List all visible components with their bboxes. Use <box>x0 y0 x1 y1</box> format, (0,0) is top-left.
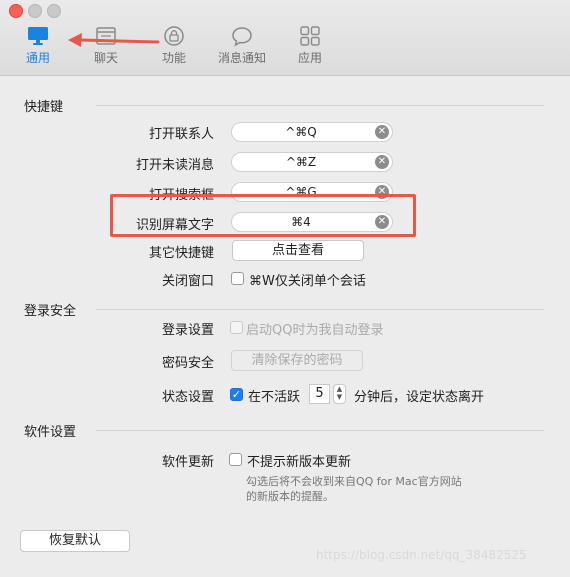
close-window-label: 关闭窗口 <box>161 274 214 289</box>
maximize-window-button[interactable] <box>47 4 61 18</box>
close-single-session-label: ⌘W仅关闭单个会话 <box>249 274 366 289</box>
section-title-software: 软件设置 <box>24 425 77 440</box>
other-shortcuts-label: 其它快捷键 <box>148 246 214 261</box>
annotation-highlight-box <box>110 194 416 237</box>
view-shortcuts-button[interactable]: 点击查看 <box>232 240 364 261</box>
clear-icon[interactable]: ✕ <box>375 155 389 169</box>
shortcut-label: 打开联系人 <box>148 127 214 142</box>
watermark-text: https://blog.csdn.net/qq_38482525 <box>316 548 527 562</box>
section-title-shortcuts: 快捷键 <box>24 100 64 115</box>
restore-defaults-button[interactable]: 恢复默认 <box>20 530 130 552</box>
hotkey-value: ^⌘Q <box>285 125 317 139</box>
no-update-prompt-checkbox[interactable] <box>229 453 242 466</box>
close-window-button[interactable] <box>9 4 23 18</box>
shortcut-label: 打开未读消息 <box>135 158 214 173</box>
close-single-session-checkbox[interactable] <box>231 272 244 285</box>
tab-label: 消息通知 <box>217 51 266 65</box>
tab-label: 功能 <box>161 51 186 65</box>
grid-icon <box>282 24 338 48</box>
auto-login-label: 启动QQ时为我自动登录 <box>246 323 384 338</box>
clear-saved-password-button[interactable]: 清除保存的密码 <box>231 350 363 371</box>
annotation-arrow-icon <box>68 33 160 47</box>
away-minutes-input[interactable]: 5 <box>309 384 330 404</box>
speech-bubble-icon <box>214 24 270 48</box>
software-update-label: 软件更新 <box>161 455 214 470</box>
minimize-window-button[interactable] <box>28 4 42 18</box>
hint-line: 勾选后将不会收到来自QQ for Mac官方网站 <box>246 475 462 488</box>
away-prefix-text: 在不活跃 <box>248 390 301 405</box>
minutes-stepper[interactable]: ▲ ▼ <box>333 384 346 404</box>
hint-line: 的新版本的提醒。 <box>246 490 334 503</box>
status-settings-label: 状态设置 <box>161 390 214 405</box>
no-update-prompt-label: 不提示新版本更新 <box>247 455 352 470</box>
section-title-login-security: 登录安全 <box>24 304 77 319</box>
update-hint-text: 勾选后将不会收到来自QQ for Mac官方网站 的新版本的提醒。 <box>246 474 506 504</box>
tab-apps[interactable]: 应用 <box>282 24 338 66</box>
toolbar: 通用 聊天 功能 消息通知 应用 <box>0 0 570 76</box>
monitor-icon <box>10 24 66 48</box>
tab-label: 聊天 <box>93 51 118 65</box>
hotkey-field-unread[interactable]: ^⌘Z ✕ <box>231 152 393 172</box>
tab-label: 通用 <box>25 51 50 65</box>
divider <box>96 309 544 310</box>
hotkey-field-contacts[interactable]: ^⌘Q ✕ <box>231 122 393 142</box>
away-suffix-text: 分钟后，设定状态离开 <box>354 390 485 405</box>
away-status-checkbox[interactable]: ✓ <box>230 388 243 401</box>
login-settings-label: 登录设置 <box>161 323 214 338</box>
hotkey-value: ^⌘Z <box>285 155 317 169</box>
divider <box>96 430 544 431</box>
password-security-label: 密码安全 <box>161 356 214 371</box>
tab-notifications[interactable]: 消息通知 <box>214 24 270 66</box>
tab-general[interactable]: 通用 <box>10 24 66 66</box>
divider <box>96 105 544 106</box>
auto-login-checkbox[interactable] <box>230 321 243 334</box>
clear-icon[interactable]: ✕ <box>375 125 389 139</box>
tab-label: 应用 <box>297 51 322 65</box>
